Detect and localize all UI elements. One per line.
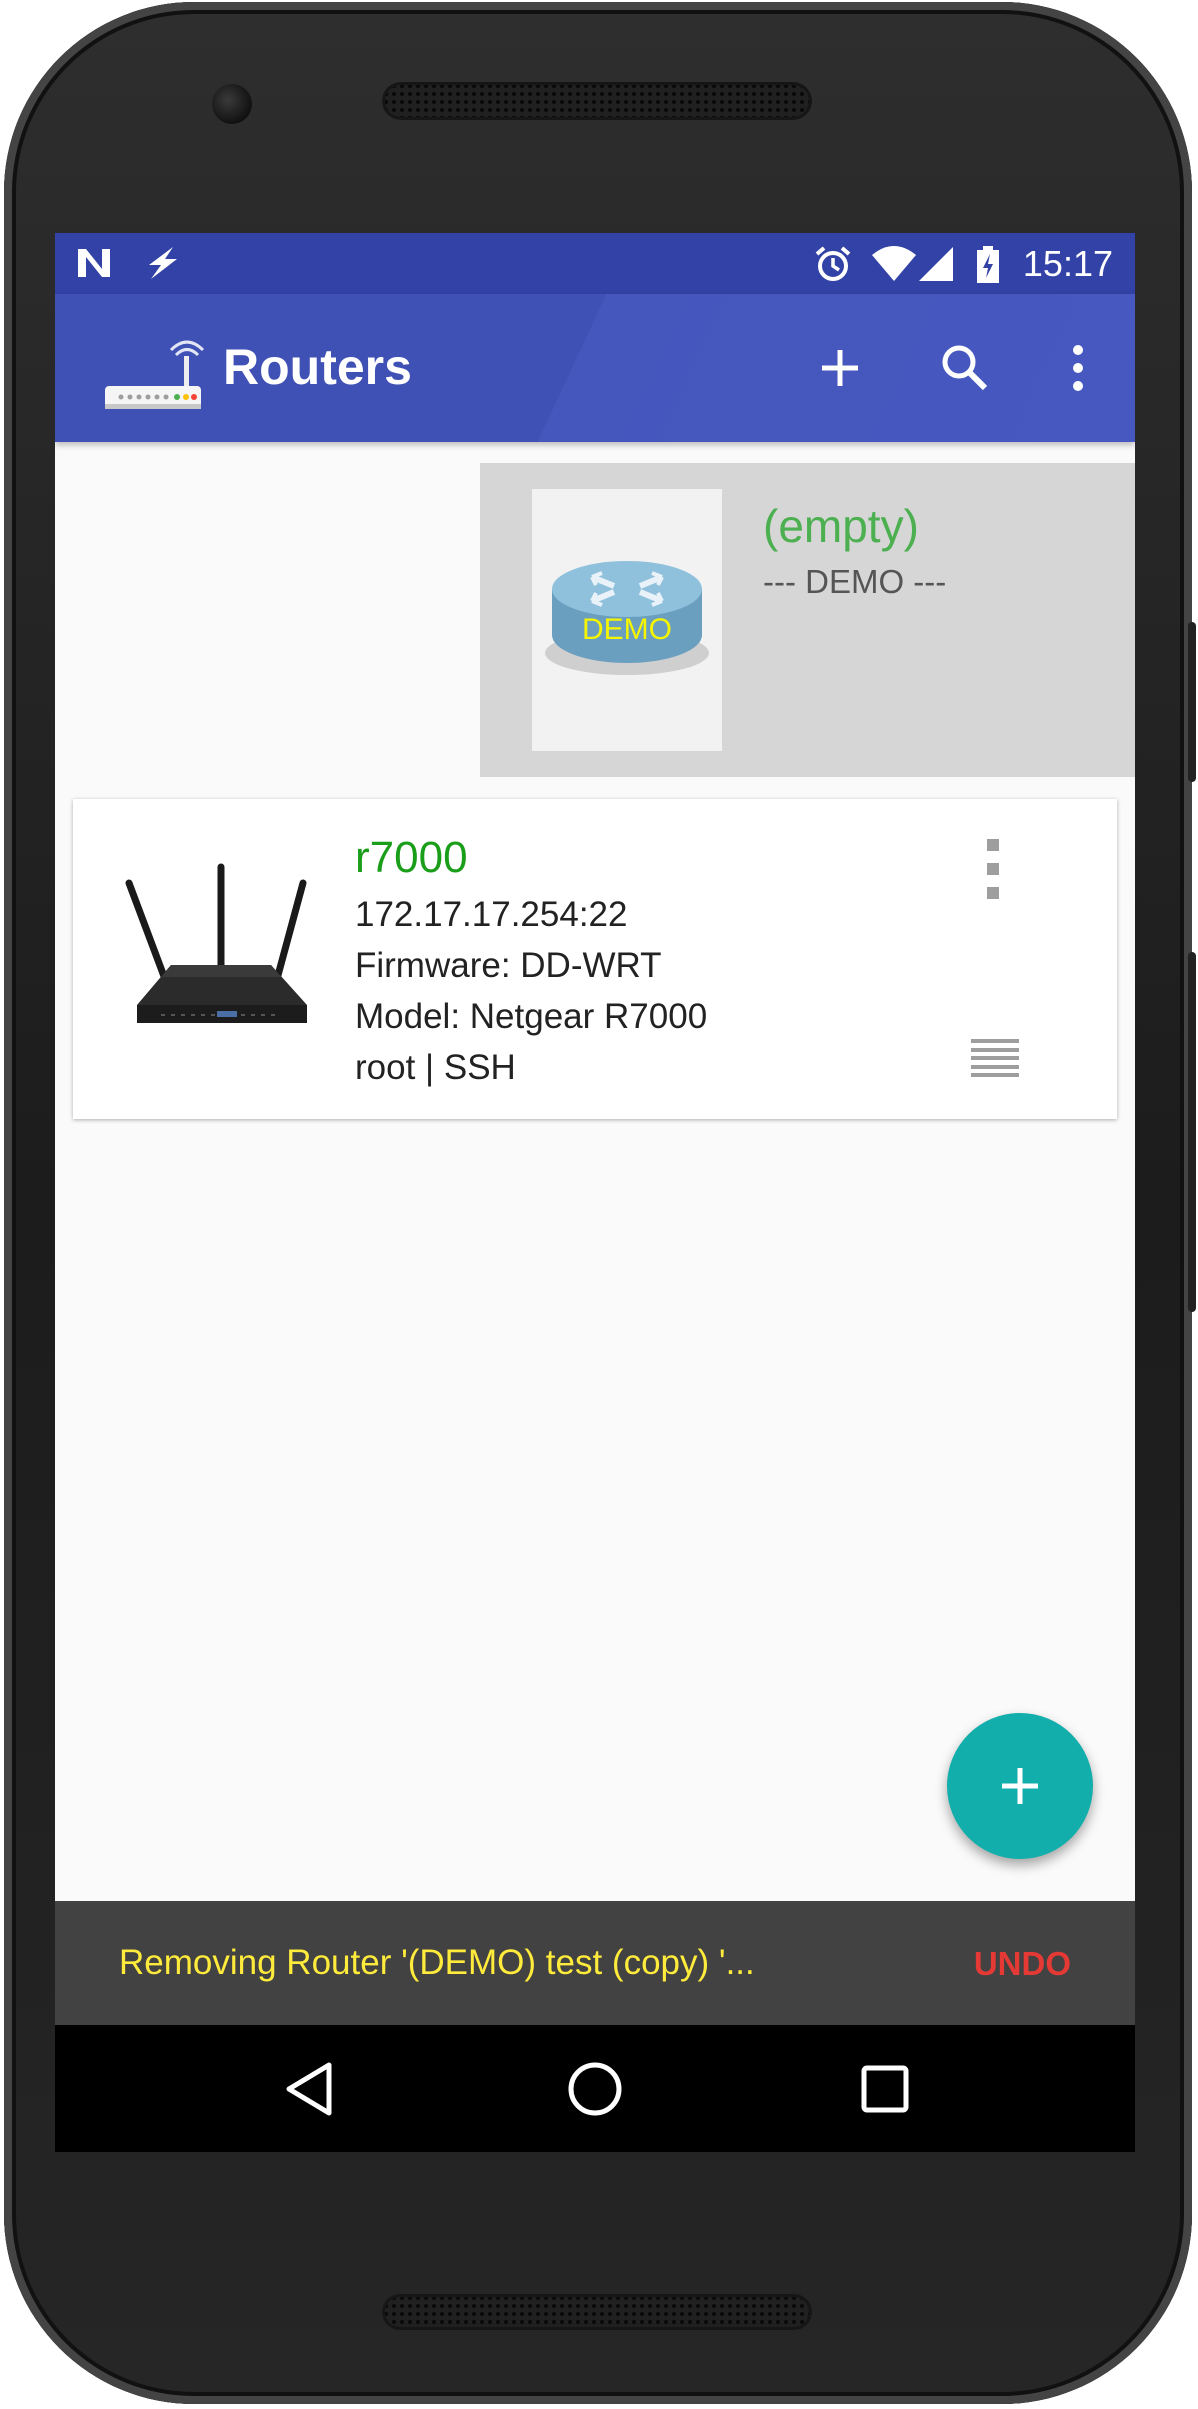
undo-button[interactable]: UNDO bbox=[974, 1945, 1071, 1983]
search-button[interactable] bbox=[935, 338, 995, 398]
alarm-icon bbox=[813, 245, 853, 288]
home-button[interactable] bbox=[559, 2053, 631, 2125]
status-time: 15:17 bbox=[1022, 243, 1113, 284]
earpiece-speaker bbox=[382, 82, 812, 120]
status-bar: 15:17 bbox=[55, 233, 1135, 294]
power-button bbox=[1188, 622, 1196, 782]
battery-icon bbox=[975, 245, 1001, 290]
back-button[interactable] bbox=[273, 2053, 345, 2125]
wifi-icon bbox=[871, 245, 917, 288]
add-icon bbox=[822, 350, 858, 386]
flash-icon bbox=[143, 245, 181, 286]
add-router-fab[interactable] bbox=[947, 1713, 1093, 1859]
add-router-button[interactable] bbox=[810, 338, 870, 398]
n-notification-icon bbox=[75, 245, 115, 286]
demo-image-label: DEMO bbox=[582, 613, 672, 646]
overflow-menu-button[interactable] bbox=[1048, 338, 1108, 398]
home-icon bbox=[568, 2062, 622, 2116]
router-firmware: Firmware: DD-WRT bbox=[355, 946, 662, 985]
search-icon bbox=[942, 345, 988, 391]
router-logo-icon bbox=[103, 316, 205, 421]
snackbar-message: Removing Router '(DEMO) test (copy) '... bbox=[119, 1943, 755, 1982]
router-card-r7000[interactable]: r7000 172.17.17.254:22 Firmware: DD-WRT … bbox=[73, 799, 1117, 1119]
router-model: Model: Netgear R7000 bbox=[355, 997, 708, 1036]
router-subtitle: --- DEMO --- bbox=[763, 563, 947, 600]
router-auth: root | SSH bbox=[355, 1048, 516, 1087]
signal-icon bbox=[917, 245, 957, 288]
recents-icon bbox=[861, 2065, 909, 2113]
bottom-speaker bbox=[382, 2294, 812, 2330]
recents-button[interactable] bbox=[849, 2053, 921, 2125]
app-bar: Routers bbox=[55, 294, 1135, 442]
add-icon bbox=[1002, 1768, 1038, 1804]
router-name: (empty) bbox=[763, 500, 919, 552]
screen: 15:17 Routers DEMO (empty) --- DEMO --- … bbox=[55, 233, 1135, 2152]
router-card-demo[interactable]: DEMO (empty) --- DEMO --- bbox=[480, 463, 1135, 777]
overflow-menu-icon bbox=[1073, 345, 1083, 391]
snackbar: Removing Router '(DEMO) test (copy) '...… bbox=[55, 1901, 1135, 2025]
demo-router-image: DEMO bbox=[532, 489, 722, 751]
drag-handle-icon[interactable] bbox=[971, 1039, 1019, 1077]
front-camera bbox=[212, 84, 252, 124]
router-image bbox=[121, 863, 321, 1048]
navigation-bar bbox=[55, 2025, 1135, 2152]
back-icon bbox=[286, 2062, 332, 2116]
volume-button bbox=[1188, 952, 1196, 1312]
card-overflow-menu-icon[interactable] bbox=[973, 839, 1013, 899]
app-title: Routers bbox=[223, 339, 412, 395]
router-name: r7000 bbox=[355, 833, 468, 882]
router-address: 172.17.17.254:22 bbox=[355, 895, 628, 934]
